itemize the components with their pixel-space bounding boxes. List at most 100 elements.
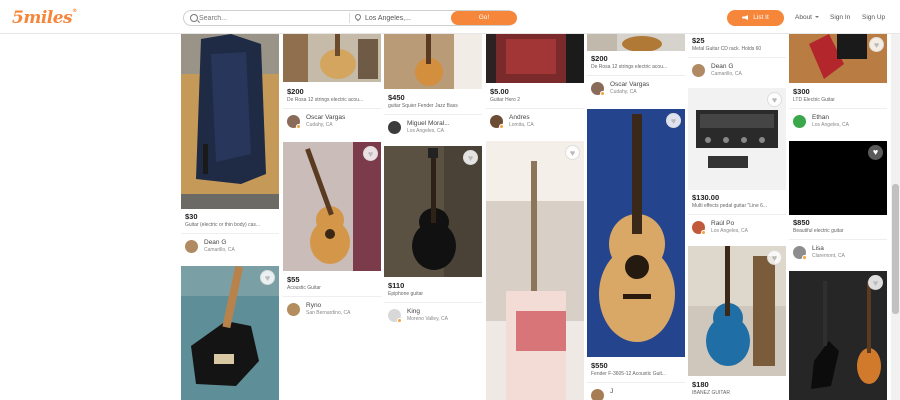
heart-icon[interactable]: ♥ (767, 250, 782, 265)
avatar (388, 121, 401, 134)
listing-card[interactable]: ♥ $850 Beautiful electric guitar Lisa Cl… (789, 141, 887, 265)
chevron-down-icon (815, 16, 819, 18)
about-menu[interactable]: About (795, 14, 819, 21)
seller-name: Lisa (812, 245, 824, 252)
card-divider (283, 108, 381, 109)
card-divider (384, 114, 482, 115)
heart-icon[interactable]: ♥ (767, 92, 782, 107)
listing-price: $180 (692, 380, 709, 389)
seller-info[interactable]: Ryno San Bernardino, CA (283, 300, 381, 320)
seller-info[interactable]: Ethan Los Angeles, CA (789, 112, 887, 132)
listing-image[interactable] (688, 246, 786, 376)
listing-card[interactable]: ♥ (486, 141, 584, 400)
location-pin-icon (353, 12, 363, 22)
listing-title: Metal Guitar CD rack. Holds 60 (692, 46, 762, 52)
listing-price: $200 (591, 54, 608, 63)
seller-info[interactable]: King Moreno Valley, CA (384, 306, 482, 326)
heart-icon[interactable]: ♥ (565, 145, 580, 160)
seller-location: San Bernardino, CA (306, 310, 351, 316)
listing-image[interactable] (384, 146, 482, 277)
seller-location: Los Angeles, CA (711, 228, 748, 234)
listing-card[interactable]: $200 De Rosa 12 strings electric acou...… (587, 34, 685, 105)
verified-badge-icon (600, 91, 605, 96)
card-divider (384, 302, 482, 303)
seller-info[interactable]: Raúl Po Los Angeles, CA (688, 218, 786, 238)
card-divider (283, 296, 381, 297)
card-divider (587, 75, 685, 76)
heart-icon[interactable]: ♥ (869, 37, 884, 52)
seller-location: Moreno Valley, CA (407, 316, 448, 322)
listing-title: Acoustic Guitar (287, 285, 321, 291)
seller-info[interactable]: J (587, 386, 685, 400)
listing-image[interactable] (384, 34, 482, 89)
card-divider (688, 57, 786, 58)
listing-title: Fender F-3605-12 Acoustic Guit... (591, 371, 667, 377)
verified-badge-icon (296, 124, 301, 129)
listing-image[interactable] (283, 34, 381, 82)
heart-icon[interactable]: ♥ (363, 146, 378, 161)
seller-location: Los Angeles, CA (812, 122, 849, 128)
listing-price: $200 (287, 87, 304, 96)
seller-info[interactable]: Lisa Claremont, CA (789, 243, 887, 263)
seller-location: Camarillo, CA (711, 71, 742, 77)
listing-card[interactable]: ♥ $300 LTD Electric Guitar Ethan Los Ang… (789, 34, 887, 137)
verified-badge-icon (802, 255, 807, 260)
seller-name: Oscar Vargas (610, 81, 650, 88)
logo[interactable]: 5miles® (12, 8, 77, 28)
listing-card[interactable]: $200 De Rosa 12 strings electric acou...… (283, 34, 381, 137)
search-input[interactable] (199, 11, 349, 25)
listing-card[interactable]: $30 Guitar (electric or thin body) cas..… (181, 34, 279, 262)
listing-image[interactable] (486, 141, 584, 400)
seller-name: Raúl Po (711, 220, 735, 227)
heart-icon[interactable]: ♥ (666, 113, 681, 128)
listing-card[interactable]: ♥ $110 Epiphone guitar King Moreno Valle… (384, 146, 482, 330)
sign-up-link[interactable]: Sign Up (862, 14, 885, 21)
listing-image[interactable] (181, 266, 279, 400)
seller-info[interactable]: Andres Lomita, CA (486, 112, 584, 132)
listing-title: Guitar (electric or thin body) cas... (185, 222, 261, 228)
listing-card[interactable]: $450 guitar Squier Fender Jazz Bass Migu… (384, 34, 482, 142)
megaphone-icon (742, 15, 749, 20)
scrollbar-thumb[interactable] (892, 184, 899, 314)
top-header: 5miles® Go! List It About Sign In Sign U… (0, 0, 900, 34)
seller-name: Dean G (204, 239, 227, 246)
seller-name: Miguel Moral... (407, 120, 450, 127)
page-scrollbar[interactable] (891, 34, 900, 400)
seller-info[interactable]: Oscar Vargas Cudahy, CA (283, 112, 381, 132)
listing-image[interactable] (587, 34, 685, 51)
card-divider (587, 382, 685, 383)
heart-icon[interactable]: ♥ (868, 145, 883, 160)
listing-image[interactable] (486, 34, 584, 83)
listing-card[interactable]: ♥ (789, 271, 887, 400)
seller-info[interactable]: Dean G Camarillo, CA (181, 237, 279, 257)
seller-name: Ryno (306, 302, 322, 309)
listing-title: Epiphone guitar (388, 291, 424, 297)
heart-icon[interactable]: ♥ (260, 270, 275, 285)
listing-card[interactable]: ♥ $130.00 Multi effects pedal guitar "Li… (688, 88, 786, 241)
list-it-button[interactable]: List It (727, 10, 784, 26)
listing-title: guitar Squier Fender Jazz Bass (388, 103, 458, 109)
location-input[interactable] (365, 11, 450, 25)
seller-info[interactable]: Oscar Vargas Cudahy, CA (587, 79, 685, 99)
seller-name: King (407, 308, 421, 315)
listing-card[interactable]: ♥ $550 Fender F-3605-12 Acoustic Guit...… (587, 109, 685, 400)
seller-info[interactable]: Dean G Camarillo, CA (688, 61, 786, 81)
seller-location: Los Angeles, CA (407, 128, 444, 134)
seller-name: Andres (509, 114, 530, 121)
listing-image[interactable] (283, 142, 381, 271)
heart-icon[interactable]: ♥ (463, 150, 478, 165)
card-divider (486, 108, 584, 109)
seller-info[interactable]: Miguel Moral... Los Angeles, CA (384, 118, 482, 138)
listing-card[interactable]: ♥ $55 Acoustic Guitar Ryno San Bernardin… (283, 142, 381, 325)
listing-card[interactable]: ♥ $180 IBANEZ GUITAR (688, 246, 786, 400)
listing-card[interactable]: ♥ (181, 266, 279, 400)
go-button[interactable]: Go! (451, 11, 517, 25)
heart-icon[interactable]: ♥ (868, 275, 883, 290)
listing-card[interactable]: $25 Metal Guitar CD rack. Holds 60 Dean … (688, 34, 786, 85)
avatar (185, 240, 198, 253)
sign-in-link[interactable]: Sign In (830, 14, 850, 21)
listing-card[interactable]: $5.00 Guitar Hero 2 Andres Lomita, CA (486, 34, 584, 137)
listing-image[interactable] (789, 271, 887, 400)
listing-image[interactable] (587, 109, 685, 357)
listing-image[interactable] (181, 34, 279, 209)
